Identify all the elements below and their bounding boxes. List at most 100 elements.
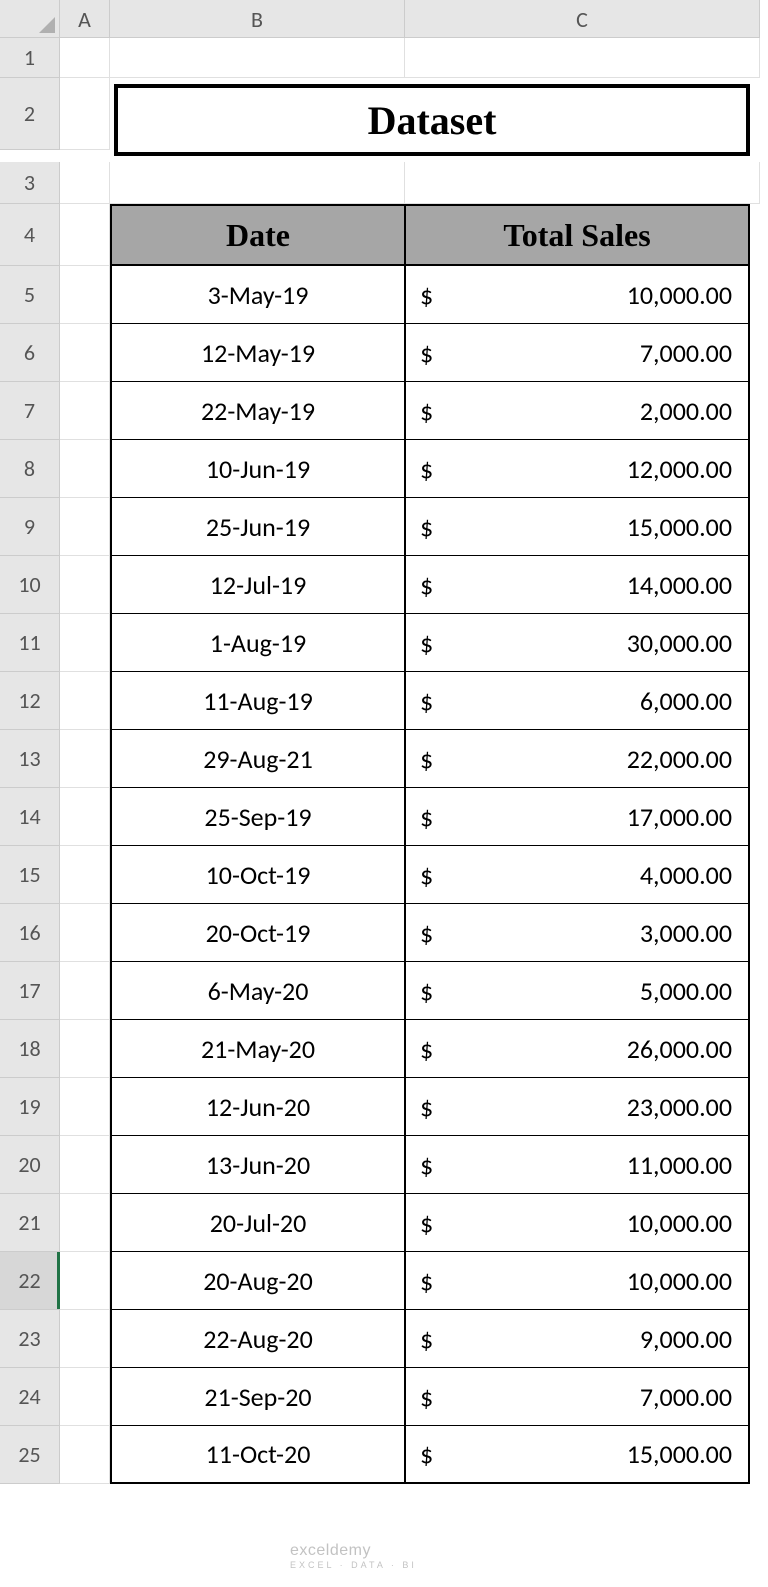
cell-A3[interactable]	[60, 162, 110, 204]
cell-A24[interactable]	[60, 1368, 110, 1426]
row-header-16[interactable]: 16	[0, 904, 60, 962]
cell-B14[interactable]: 25-Sep-19	[110, 788, 405, 846]
row-header-10[interactable]: 10	[0, 556, 60, 614]
cell-A7[interactable]	[60, 382, 110, 440]
cell-A15[interactable]	[60, 846, 110, 904]
cell-C20[interactable]: $11,000.00	[405, 1136, 750, 1194]
cell-C18[interactable]: $26,000.00	[405, 1020, 750, 1078]
cell-B11[interactable]: 1-Aug-19	[110, 614, 405, 672]
cell-A23[interactable]	[60, 1310, 110, 1368]
cell-B10[interactable]: 12-Jul-19	[110, 556, 405, 614]
cell-A19[interactable]	[60, 1078, 110, 1136]
cell-B15[interactable]: 10-Oct-19	[110, 846, 405, 904]
cell-B17[interactable]: 6-May-20	[110, 962, 405, 1020]
cell-A17[interactable]	[60, 962, 110, 1020]
column-header-A[interactable]: A	[60, 0, 110, 38]
cell-A12[interactable]	[60, 672, 110, 730]
cell-A5[interactable]	[60, 266, 110, 324]
cell-A18[interactable]	[60, 1020, 110, 1078]
row-header-12[interactable]: 12	[0, 672, 60, 730]
cell-B18[interactable]: 21-May-20	[110, 1020, 405, 1078]
table-header-date[interactable]: Date	[110, 204, 405, 266]
cell-A9[interactable]	[60, 498, 110, 556]
cell-B5[interactable]: 3-May-19	[110, 266, 405, 324]
cell-A10[interactable]	[60, 556, 110, 614]
cell-B13[interactable]: 29-Aug-21	[110, 730, 405, 788]
cell-B7[interactable]: 22-May-19	[110, 382, 405, 440]
cell-C19[interactable]: $23,000.00	[405, 1078, 750, 1136]
cell-A20[interactable]	[60, 1136, 110, 1194]
cell-C6[interactable]: $7,000.00	[405, 324, 750, 382]
row-header-18[interactable]: 18	[0, 1020, 60, 1078]
row-header-13[interactable]: 13	[0, 730, 60, 788]
row-header-21[interactable]: 21	[0, 1194, 60, 1252]
cell-A25[interactable]	[60, 1426, 110, 1484]
cell-A11[interactable]	[60, 614, 110, 672]
cell-B21[interactable]: 20-Jul-20	[110, 1194, 405, 1252]
row-header-20[interactable]: 20	[0, 1136, 60, 1194]
column-header-B[interactable]: B	[110, 0, 405, 38]
cell-C7[interactable]: $2,000.00	[405, 382, 750, 440]
cell-C8[interactable]: $12,000.00	[405, 440, 750, 498]
row-header-5[interactable]: 5	[0, 266, 60, 324]
row-header-4[interactable]: 4	[0, 204, 60, 266]
cell-A13[interactable]	[60, 730, 110, 788]
row-header-2[interactable]: 2	[0, 78, 60, 150]
row-header-1[interactable]: 1	[0, 38, 60, 78]
cell-A16[interactable]	[60, 904, 110, 962]
row-header-23[interactable]: 23	[0, 1310, 60, 1368]
cell-A8[interactable]	[60, 440, 110, 498]
cell-C24[interactable]: $7,000.00	[405, 1368, 750, 1426]
cell-C15[interactable]: $4,000.00	[405, 846, 750, 904]
cell-C14[interactable]: $17,000.00	[405, 788, 750, 846]
cell-C3[interactable]	[405, 162, 760, 204]
row-header-15[interactable]: 15	[0, 846, 60, 904]
table-header-total[interactable]: Total Sales	[405, 204, 750, 266]
cell-C12[interactable]: $6,000.00	[405, 672, 750, 730]
cell-A21[interactable]	[60, 1194, 110, 1252]
cell-B8[interactable]: 10-Jun-19	[110, 440, 405, 498]
cell-B6[interactable]: 12-May-19	[110, 324, 405, 382]
cell-B19[interactable]: 12-Jun-20	[110, 1078, 405, 1136]
cell-C21[interactable]: $10,000.00	[405, 1194, 750, 1252]
cell-A4[interactable]	[60, 204, 110, 266]
cell-C22[interactable]: $10,000.00	[405, 1252, 750, 1310]
cell-C16[interactable]: $3,000.00	[405, 904, 750, 962]
cell-C25[interactable]: $15,000.00	[405, 1426, 750, 1484]
row-header-22[interactable]: 22	[0, 1252, 60, 1310]
select-all-corner[interactable]	[0, 0, 60, 38]
column-header-C[interactable]: C	[405, 0, 760, 38]
cell-A2[interactable]	[60, 78, 110, 150]
cell-C17[interactable]: $5,000.00	[405, 962, 750, 1020]
cell-C11[interactable]: $30,000.00	[405, 614, 750, 672]
row-header-7[interactable]: 7	[0, 382, 60, 440]
cell-C1[interactable]	[405, 38, 760, 78]
row-header-25[interactable]: 25	[0, 1426, 60, 1484]
row-header-9[interactable]: 9	[0, 498, 60, 556]
cell-B23[interactable]: 22-Aug-20	[110, 1310, 405, 1368]
row-header-11[interactable]: 11	[0, 614, 60, 672]
cell-B20[interactable]: 13-Jun-20	[110, 1136, 405, 1194]
cell-C23[interactable]: $9,000.00	[405, 1310, 750, 1368]
cell-B9[interactable]: 25-Jun-19	[110, 498, 405, 556]
cell-A14[interactable]	[60, 788, 110, 846]
cell-C10[interactable]: $14,000.00	[405, 556, 750, 614]
row-header-14[interactable]: 14	[0, 788, 60, 846]
cell-A6[interactable]	[60, 324, 110, 382]
cell-B12[interactable]: 11-Aug-19	[110, 672, 405, 730]
row-header-3[interactable]: 3	[0, 162, 60, 204]
row-header-6[interactable]: 6	[0, 324, 60, 382]
cell-B25[interactable]: 11-Oct-20	[110, 1426, 405, 1484]
cell-A22[interactable]	[60, 1252, 110, 1310]
cell-B24[interactable]: 21-Sep-20	[110, 1368, 405, 1426]
cell-A1[interactable]	[60, 38, 110, 78]
cell-B22[interactable]: 20-Aug-20	[110, 1252, 405, 1310]
row-header-19[interactable]: 19	[0, 1078, 60, 1136]
cell-C9[interactable]: $15,000.00	[405, 498, 750, 556]
row-header-8[interactable]: 8	[0, 440, 60, 498]
row-header-17[interactable]: 17	[0, 962, 60, 1020]
cell-B1[interactable]	[110, 38, 405, 78]
cell-B16[interactable]: 20-Oct-19	[110, 904, 405, 962]
cell-C13[interactable]: $22,000.00	[405, 730, 750, 788]
title-merged-cell[interactable]: Dataset	[114, 84, 750, 156]
